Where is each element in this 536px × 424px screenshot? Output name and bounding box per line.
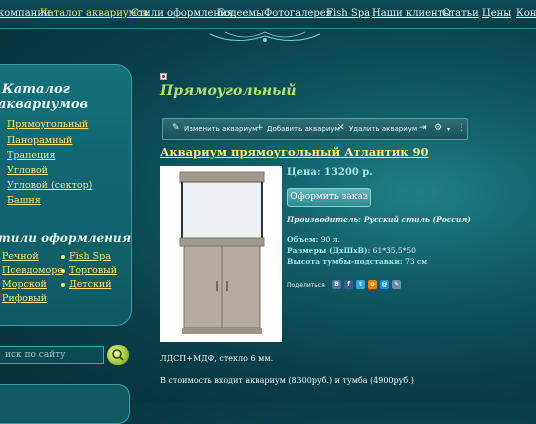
spec-stand: Высота тумбы-подставки: 73 см (287, 257, 427, 266)
nav-item-prices[interactable]: Цены (482, 8, 511, 19)
spec-volume: Объем: 90 л. (287, 235, 340, 244)
style-item-trade[interactable]: Торговый (69, 265, 117, 276)
search-input[interactable]: иск по сайту (0, 346, 104, 364)
bullet-icon (61, 283, 65, 287)
search-icon (112, 349, 124, 361)
delete-aquarium-button[interactable]: Удалить аквариум (349, 125, 417, 133)
product-desc-1: ЛДСП+МДФ, стекло 6 мм. (160, 354, 274, 363)
nav-item-bodeemy[interactable]: Бодеемы (217, 8, 264, 19)
gear-icon[interactable]: ⚙ (434, 123, 442, 133)
sidebar-bottom-panel (0, 384, 130, 424)
plus-icon: + (256, 123, 264, 133)
vk-icon[interactable]: B (332, 280, 341, 289)
page-title: Прямоугольный (160, 83, 297, 99)
spec-stand-value: 73 см (405, 257, 428, 266)
spec-size: Размеры (ДхШхВ): 61*35,5*50 (287, 246, 416, 255)
language-flag-icon[interactable] (160, 73, 167, 80)
nav-item-clients[interactable]: Наши клиенты (372, 8, 451, 19)
nav-item-fishspa[interactable]: Fish Spa (326, 8, 370, 19)
sidebar-item-rectangular[interactable]: Прямоугольный (7, 119, 88, 130)
livejournal-icon[interactable]: ✎ (392, 280, 401, 289)
close-icon: ✕ (337, 123, 345, 133)
styles-title: тили оформления (0, 231, 132, 245)
product-price: Цена: 13200 р. (287, 167, 373, 178)
style-item-pseudosea[interactable]: Псевдоморе (2, 265, 63, 276)
product-maker: Производитель: Русский стиль (Россия) (287, 215, 471, 224)
spec-size-label: Размеры (ДхШхВ): (287, 246, 371, 255)
sidebar-item-corner[interactable]: Угловой (7, 165, 48, 176)
top-nav: компании Каталог аквариумов Стили оформл… (0, 0, 536, 29)
drag-handle-icon[interactable]: ⋮ (457, 123, 466, 133)
catalog-title-2: аквариумов (0, 97, 89, 112)
add-aquarium-button[interactable]: Добавить аквариум (267, 125, 340, 133)
style-item-reef[interactable]: Рифовый (2, 293, 47, 304)
twitter-icon[interactable]: t (356, 280, 365, 289)
search-button[interactable] (107, 345, 129, 365)
odnoklassniki-icon[interactable]: o (368, 280, 377, 289)
admin-toolbar: ✎ Изменить аквариум + Добавить аквариум … (162, 118, 468, 140)
sidebar-item-panoramic[interactable]: Панорамный (7, 135, 72, 146)
bullet-icon (61, 269, 65, 273)
style-item-fishspa[interactable]: Fish Spa (69, 251, 111, 262)
chevron-down-icon[interactable]: ▾ (447, 126, 450, 133)
spec-volume-label: Объем: (287, 235, 319, 244)
share-label: Поделиться (287, 282, 325, 289)
move-icon[interactable]: ⇥ (419, 123, 427, 133)
catalog-title: Каталог (2, 82, 70, 97)
header-ornament (209, 31, 321, 42)
nav-item-articles[interactable]: Статьи (442, 8, 479, 19)
edit-aquarium-button[interactable]: Изменить аквариум (184, 125, 257, 133)
spec-volume-value: 90 л. (320, 235, 340, 244)
mailru-icon[interactable]: @ (380, 280, 389, 289)
product-image[interactable] (160, 166, 282, 342)
spec-stand-label: Высота тумбы-подставки: (287, 257, 403, 266)
nav-item-gallery[interactable]: Фотогалерея (264, 8, 332, 19)
product-title[interactable]: Аквариум прямоугольный Атлантик 90 (160, 145, 429, 159)
style-item-kids[interactable]: Детский (69, 279, 112, 290)
style-item-sea[interactable]: Морской (2, 279, 47, 290)
pencil-icon: ✎ (172, 123, 180, 133)
sidebar-item-tower[interactable]: Башня (7, 195, 41, 206)
order-button[interactable]: Оформить заказ (287, 188, 371, 207)
nav-item-contacts[interactable]: Конт (516, 8, 536, 19)
sidebar-item-corner-sector[interactable]: Угловой (сектор) (7, 180, 92, 191)
product-desc-2: В стоимость входит аквариум (8300руб.) и… (160, 376, 414, 385)
bullet-icon (61, 255, 65, 259)
spec-size-value: 61*35,5*50 (372, 246, 416, 255)
sidebar-item-trapezoid[interactable]: Трапеция (7, 150, 55, 161)
facebook-icon[interactable]: f (344, 280, 353, 289)
style-item-river[interactable]: Речной (2, 251, 39, 262)
